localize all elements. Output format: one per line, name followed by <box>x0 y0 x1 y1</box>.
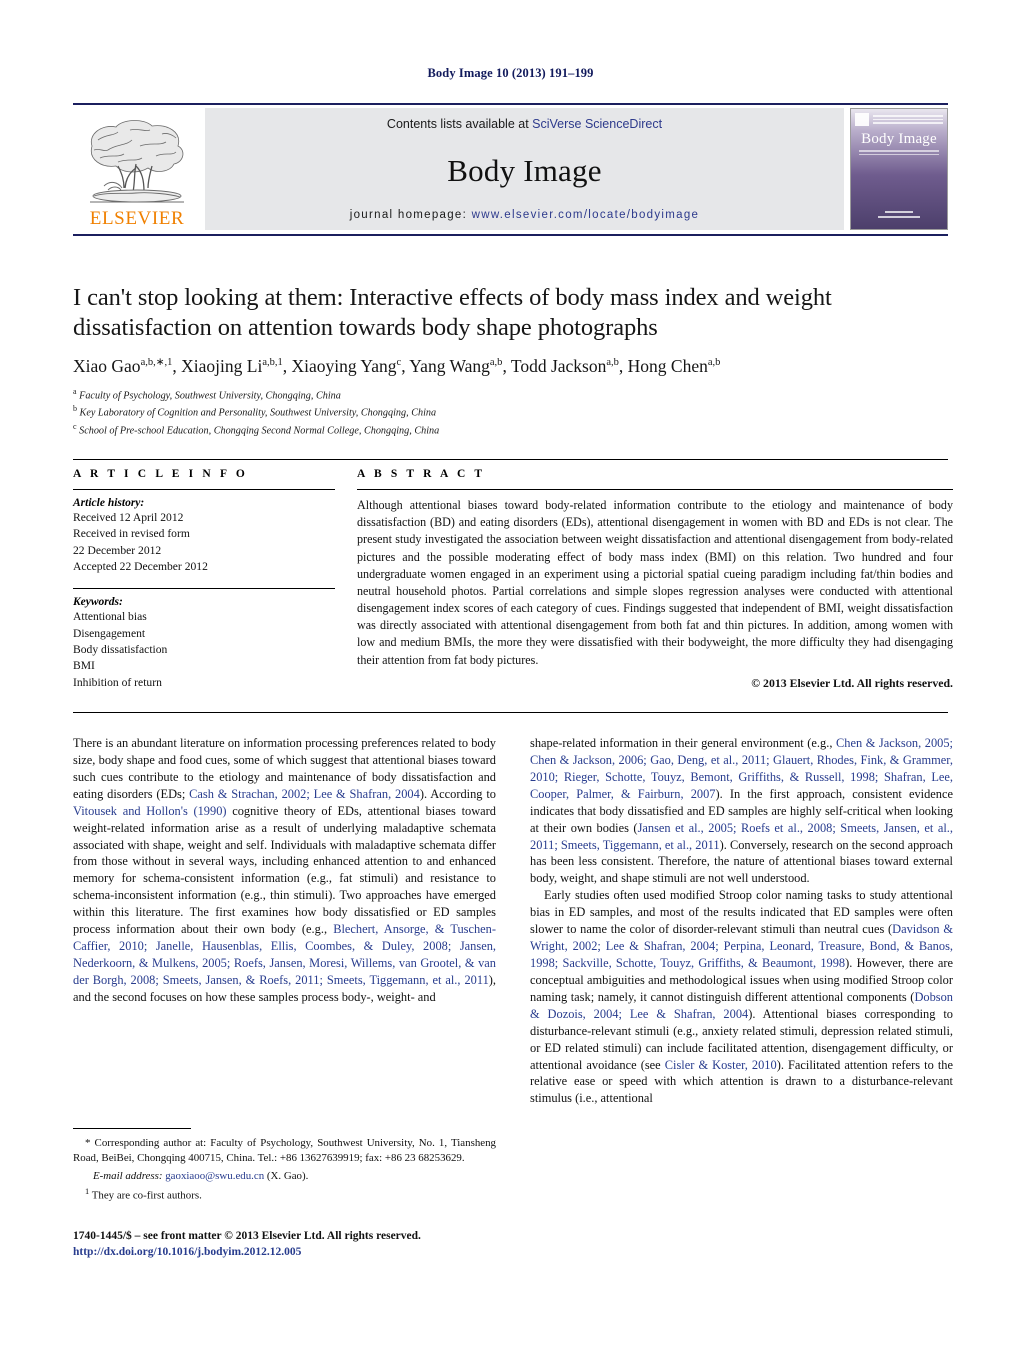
cover-journal-title: Body Image <box>861 131 937 147</box>
abstract-rule <box>357 489 953 490</box>
keyword-item: Inhibition of return <box>73 675 162 689</box>
abstract-copyright: © 2013 Elsevier Ltd. All rights reserved… <box>751 675 953 690</box>
keyword-item: Body dissatisfaction <box>73 643 168 657</box>
journal-cover-thumbnail: Body Image <box>850 108 948 230</box>
contents-available-line: Contents lists available at SciVerse Sci… <box>387 117 662 131</box>
body-column-right: shape-related information in their gener… <box>530 735 953 1235</box>
masthead-top-rule <box>73 103 948 105</box>
article-history-item: 22 December 2012 <box>73 543 162 557</box>
elsevier-tree-icon <box>90 120 184 203</box>
bottom-matter: 1740-1445/$ – see front matter © 2013 El… <box>73 1228 513 1260</box>
keyword-item: Attentional bias <box>73 610 147 624</box>
cofirst-authors-note: 1 They are co-first authors. <box>73 1186 496 1203</box>
info-section-bottom-rule <box>73 712 948 713</box>
article-title: I can't stop looking at them: Interactiv… <box>73 284 832 341</box>
email-link[interactable]: gaoxiaoo@swu.edu.cn <box>165 1170 264 1182</box>
homepage-url-link[interactable]: www.elsevier.com/locate/bodyimage <box>472 209 700 221</box>
journal-masthead: ELSEVIER Contents lists available at Sci… <box>73 103 948 236</box>
cover-footer-lines <box>861 211 937 221</box>
article-history-item: Received 12 April 2012 <box>73 511 184 524</box>
article-history-lines: Received 12 April 2012 Received in revise… <box>73 510 335 575</box>
email-note: E-mail address: gaoxiaoo@swu.edu.cn (X. … <box>73 1169 496 1184</box>
info-abstract-row: A R T I C L E I N F O Article history: R… <box>73 468 953 691</box>
article-info-rule <box>73 489 335 490</box>
article-info-column: A R T I C L E I N F O Article history: R… <box>73 468 335 691</box>
info-section-top-rule <box>73 459 948 460</box>
contents-prefix: Contents lists available at <box>386 117 533 131</box>
cover-subtitle-lines <box>859 150 939 155</box>
email-label: E-mail address: <box>93 1169 163 1182</box>
cover-top-strip <box>855 113 943 126</box>
article-history-item: Accepted 22 December 2012 <box>73 560 208 574</box>
journal-article-page: Body Image 10 (2013) 191–199 ELSEVIER Co… <box>0 0 1021 1351</box>
masthead-bottom-rule <box>73 234 948 236</box>
keywords-rule <box>73 588 335 590</box>
running-head: Body Image 10 (2013) 191–199 <box>427 66 594 80</box>
affiliation-list: a Faculty of Psychology, Southwest Unive… <box>73 386 953 438</box>
abstract-column: A B S T R A C T Although attentional bia… <box>357 468 953 691</box>
abstract-text: Although attentional biases toward body-… <box>357 498 953 667</box>
affiliation: c School of Pre-school Education, Chongq… <box>73 421 440 437</box>
journal-homepage-line: journal homepage: www.elsevier.com/locat… <box>350 209 700 221</box>
body-right-inner: shape-related information in their gener… <box>530 735 953 1235</box>
corresponding-author-note: * Corresponding author at: Faculty of Ps… <box>73 1137 496 1164</box>
keyword-item: BMI <box>73 659 95 673</box>
doi-link[interactable]: http://dx.doi.org/10.1016/j.bodyim.2012.… <box>73 1244 513 1260</box>
article-history-item: Received in revised form <box>73 527 190 541</box>
affiliation: a Faculty of Psychology, Southwest Unive… <box>73 386 341 402</box>
elsevier-logo: ELSEVIER <box>73 108 201 230</box>
body-paragraph: There is an abundant literature on infor… <box>73 736 496 1004</box>
article-history-label: Article history: <box>73 497 145 509</box>
author-list: Xiao Gaoa,b,∗,1, Xiaojing Lia,b,1, Xiaoy… <box>73 355 721 376</box>
journal-title: Body Image <box>447 152 602 188</box>
cover-elsevier-mark-icon <box>855 113 869 126</box>
elsevier-wordmark: ELSEVIER <box>89 208 185 229</box>
body-left-inner: There is an abundant literature on infor… <box>73 735 496 1120</box>
body-paragraph: Early studies often used modified Stroop… <box>530 888 953 1106</box>
footnote-rule <box>73 1128 191 1129</box>
affiliation: b Key Laboratory of Cognition and Person… <box>73 404 437 419</box>
email-suffix: (X. Gao). <box>266 1169 309 1182</box>
journal-banner: Contents lists available at SciVerse Sci… <box>205 108 844 230</box>
footnote-block: * Corresponding author at: Faculty of Ps… <box>73 1128 496 1204</box>
keywords-lines: Attentional bias Disengagement Body dissat… <box>73 609 335 691</box>
title-block: I can't stop looking at them: Interactiv… <box>73 283 953 438</box>
abstract-heading: A B S T R A C T <box>357 468 486 480</box>
homepage-label: journal homepage: <box>349 209 468 221</box>
keyword-item: Disengagement <box>73 626 146 640</box>
cofirst-marker: 1 <box>85 1187 90 1197</box>
sciencedirect-link[interactable]: SciVerse ScienceDirect <box>532 117 662 131</box>
cofirst-text: They are co-first authors. <box>91 1190 202 1203</box>
issn-copyright-line: 1740-1445/$ – see front matter © 2013 El… <box>73 1230 421 1242</box>
body-paragraph: shape-related information in their gener… <box>530 736 953 886</box>
keywords-label: Keywords: <box>73 596 123 609</box>
cover-top-lines <box>873 115 943 124</box>
article-info-heading: A R T I C L E I N F O <box>73 468 248 480</box>
